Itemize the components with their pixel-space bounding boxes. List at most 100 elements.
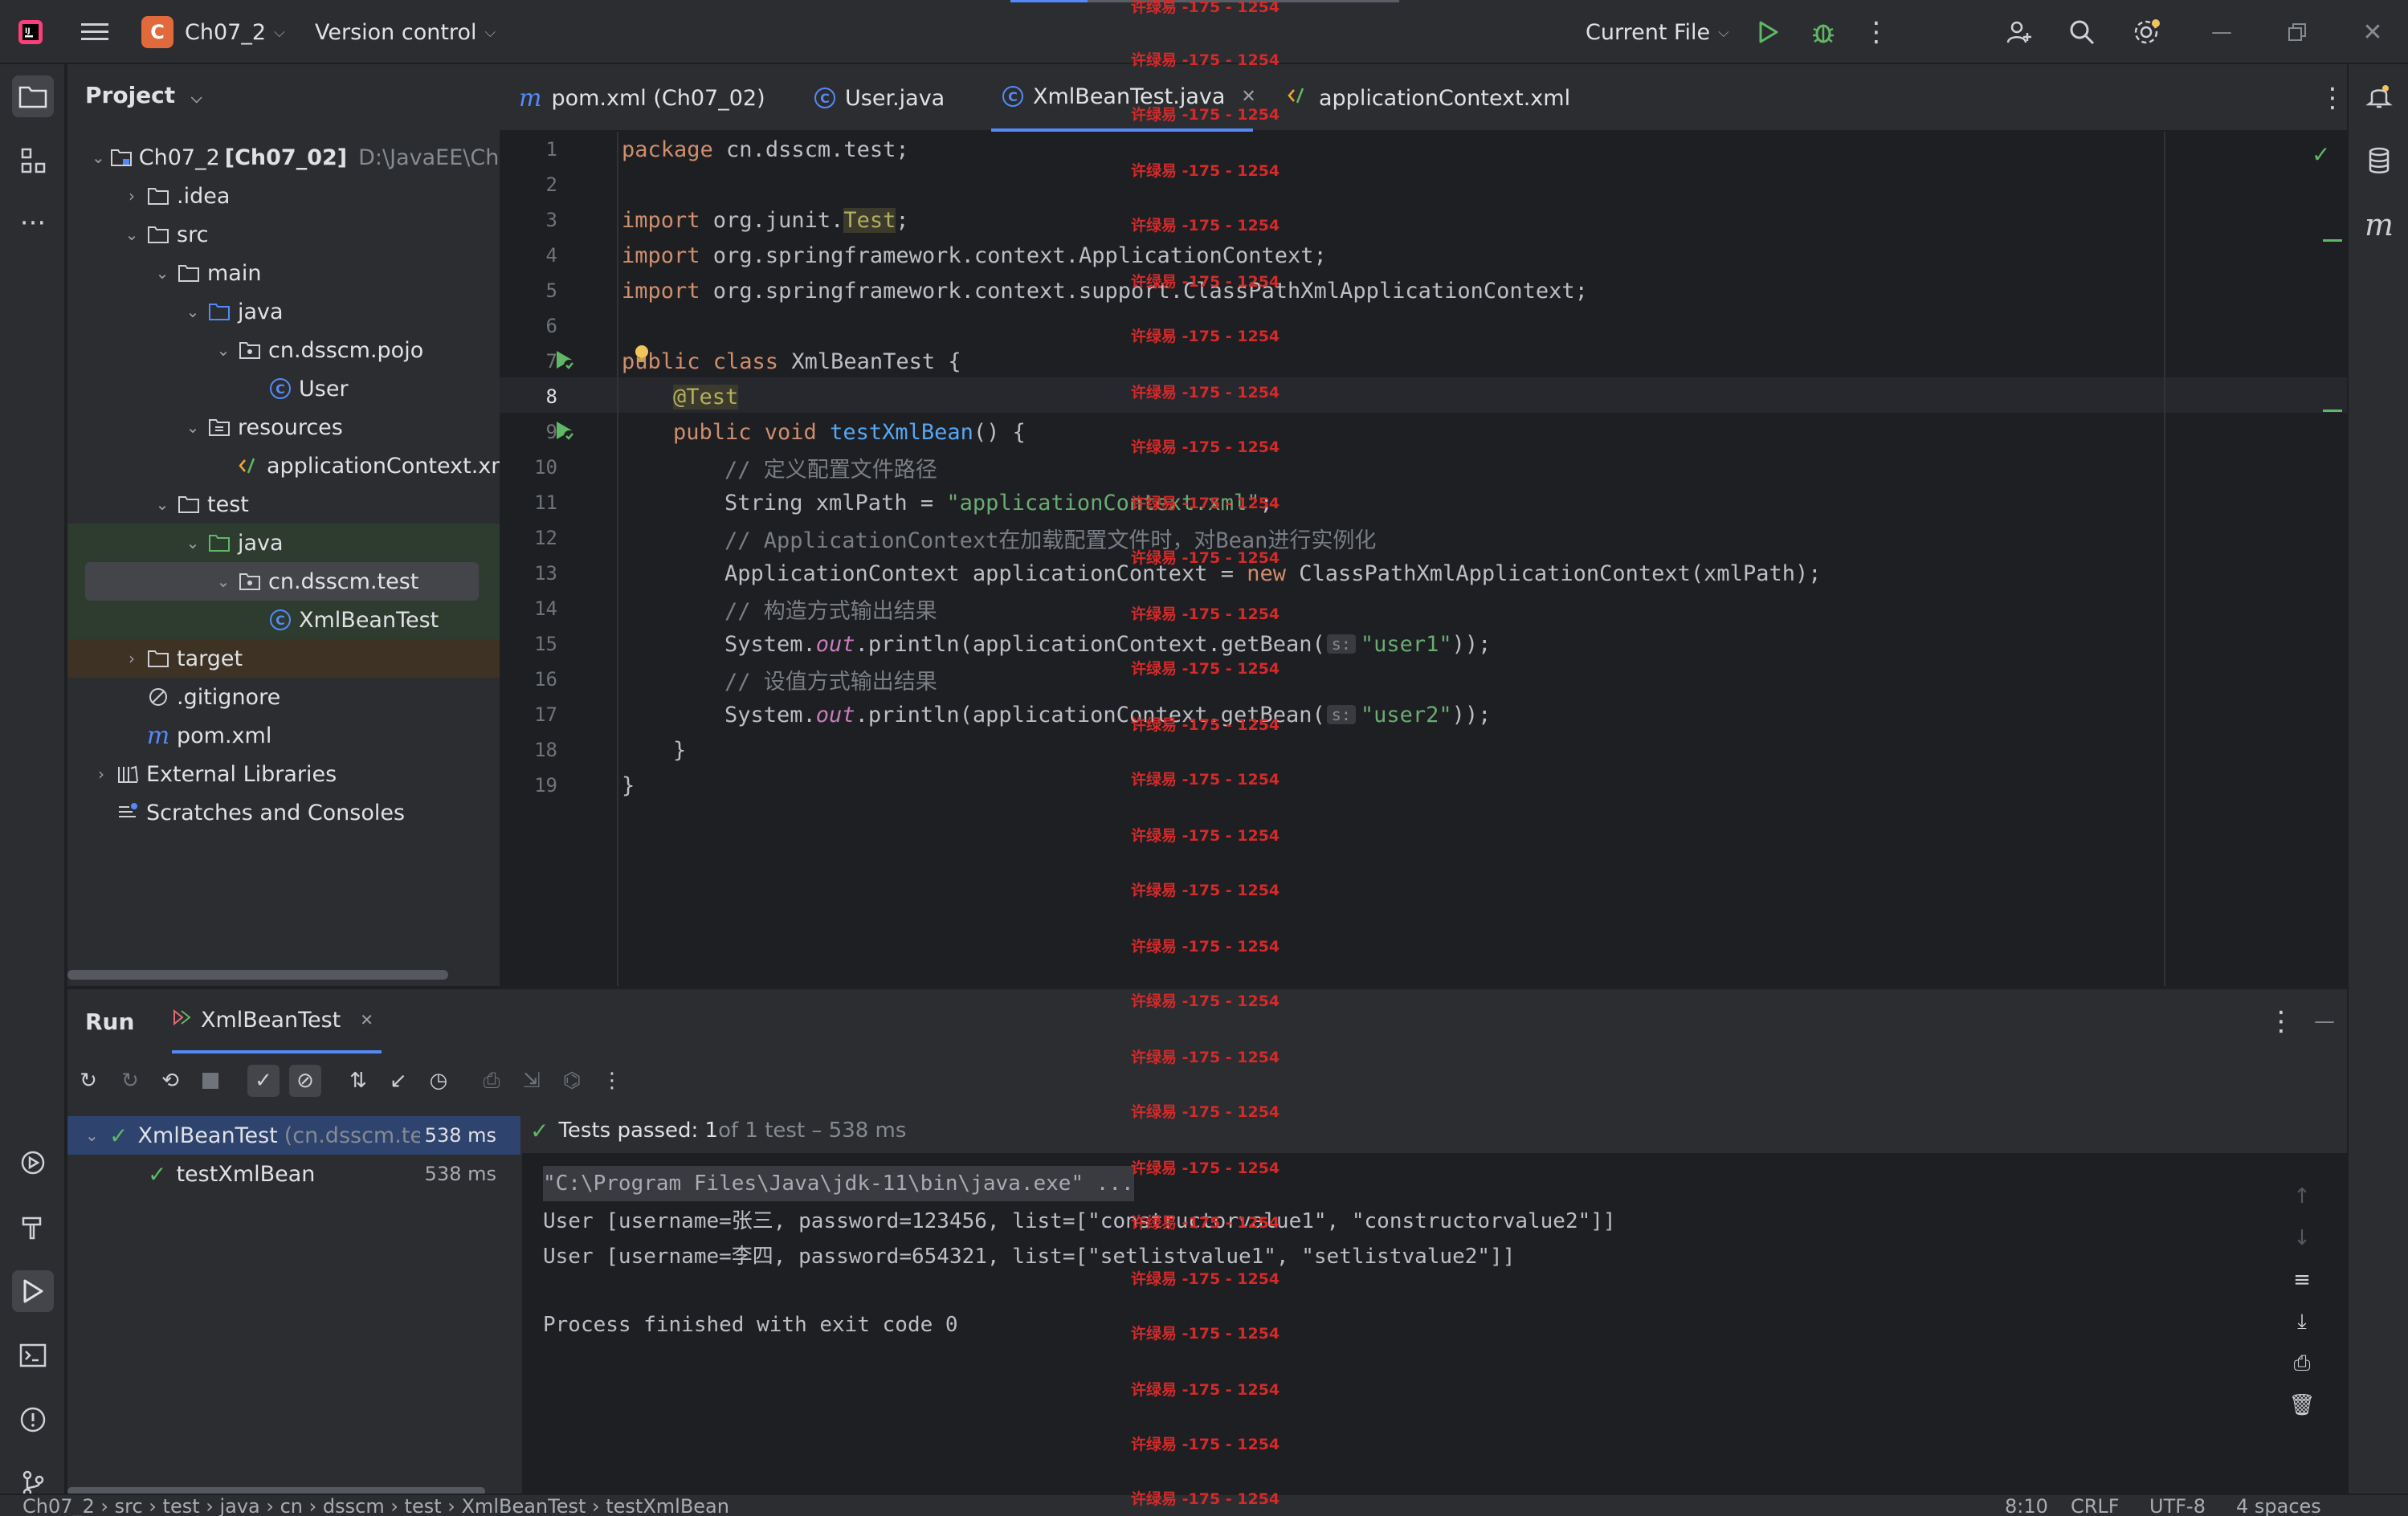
search-icon[interactable] — [2066, 16, 2098, 48]
tree-item-test-java[interactable]: ⌄ java — [67, 524, 500, 562]
chevron-down-icon: ⌄ — [124, 225, 139, 244]
terminal-tool-icon[interactable] — [12, 1335, 54, 1376]
run-test-class-icon[interactable] — [553, 348, 577, 373]
more-actions-icon[interactable]: ⋮ — [1860, 16, 1892, 48]
run-panel-options-icon[interactable]: ⋮ — [2265, 1005, 2297, 1037]
code-line-5: import org.springframework.context.suppo… — [622, 273, 1588, 308]
stop-icon[interactable] — [194, 1065, 227, 1097]
project-panel-scrollbar[interactable] — [67, 970, 448, 980]
services-tool-icon[interactable] — [12, 1142, 54, 1184]
tree-label: src — [177, 222, 209, 247]
tree-item-target[interactable]: › target — [67, 639, 500, 678]
rerun-icon[interactable]: ↻ — [72, 1065, 104, 1097]
database-tool-icon[interactable] — [2358, 140, 2400, 181]
tree-item-gitignore[interactable]: .gitignore — [67, 678, 500, 716]
tab-user-java[interactable]: C User.java — [814, 64, 945, 132]
close-window-icon[interactable]: ✕ — [2357, 16, 2389, 48]
build-hammer-icon[interactable] — [12, 1206, 54, 1248]
run-tab-xmlbeantest[interactable]: XmlBeanTest ✕ — [172, 989, 382, 1053]
test-history-icon[interactable]: ◷ — [422, 1065, 455, 1097]
tree-label: java — [238, 299, 284, 324]
minimize-icon[interactable]: — — [2206, 16, 2238, 48]
line-separator[interactable]: CRLF — [2071, 1495, 2120, 1516]
tree-label: pom.xml — [177, 723, 272, 748]
sort-icon[interactable]: ⇅ — [342, 1065, 374, 1097]
more-tools-icon[interactable]: ··· — [12, 202, 54, 244]
xml-icon — [238, 454, 260, 478]
coverage-icon[interactable]: ⌬ — [556, 1065, 588, 1097]
scroll-to-end-icon[interactable]: ⤓ — [2286, 1306, 2318, 1338]
tab-options-icon[interactable]: ⋮ — [2316, 82, 2349, 114]
print-icon[interactable]: ⎙ — [2286, 1347, 2318, 1379]
tree-item-user-class[interactable]: C User — [67, 369, 500, 408]
tree-item-pojo-package[interactable]: ⌄ cn.dsscm.pojo — [67, 331, 500, 369]
run-icon[interactable] — [1753, 16, 1785, 48]
import-tests-icon[interactable]: ⇲ — [516, 1065, 548, 1097]
tab-appcontext-xml[interactable]: applicationContext.xml — [1287, 64, 1570, 132]
problems-tool-icon[interactable] — [12, 1399, 54, 1441]
console-output[interactable]: ✓ Tests passed: 1 of 1 test – 538 ms "C:… — [522, 1108, 2347, 1495]
main-menu-icon[interactable] — [79, 16, 111, 48]
restore-icon[interactable] — [2281, 16, 2313, 48]
run-tool-icon[interactable] — [12, 1270, 54, 1312]
project-tool-icon[interactable] — [12, 75, 54, 117]
tree-item-appcontext-xml[interactable]: applicationContext.xml — [67, 446, 500, 485]
run-test-method-icon[interactable] — [553, 419, 577, 443]
export-icon[interactable]: ⎙ — [475, 1065, 508, 1097]
settings-gear-icon[interactable] — [2130, 16, 2162, 48]
scroll-down-icon[interactable]: ↓ — [2286, 1222, 2318, 1254]
tree-item-main[interactable]: ⌄ main — [67, 254, 500, 292]
indent-setting[interactable]: 4 spaces — [2236, 1495, 2321, 1516]
breadcrumb[interactable]: Ch07_2 › src › test › java › cn › dsscm … — [22, 1495, 729, 1516]
close-tab-icon[interactable]: ✕ — [1241, 87, 1255, 107]
project-switcher[interactable]: C Ch07_2 ⌵ — [141, 0, 285, 64]
tab-xmlbeantest-java[interactable]: C XmlBeanTest.java ✕ — [991, 64, 1256, 132]
code-editor[interactable]: 1 2 3 4 5 6 7 8 9 10 11 12 13 14 15 16 1… — [500, 132, 2347, 986]
add-user-icon[interactable] — [2003, 16, 2035, 48]
soft-wrap-icon[interactable]: ≡ — [2286, 1264, 2318, 1296]
source-folder-icon — [207, 300, 231, 324]
code-token: Test — [843, 207, 896, 233]
tree-item-test[interactable]: ⌄ test — [67, 485, 500, 524]
title-bar: IJ C Ch07_2 ⌵ Version control ⌵ Current … — [0, 0, 2408, 64]
notifications-bell-icon[interactable] — [2358, 75, 2400, 117]
tree-label: main — [207, 260, 262, 286]
debug-icon[interactable] — [1807, 16, 1839, 48]
show-passed-icon[interactable]: ✓ — [247, 1065, 280, 1097]
scroll-up-icon[interactable]: ↑ — [2286, 1180, 2318, 1212]
hide-panel-icon[interactable]: — — [2308, 1005, 2341, 1037]
tree-item-root[interactable]: ⌄ Ch07_2 [Ch07_02] D:\JavaEE\Ch07 — [67, 138, 500, 177]
run-config-selector[interactable]: Current File ⌵ — [1586, 0, 1729, 64]
maven-tool-icon[interactable]: m — [2358, 204, 2400, 246]
tree-item-pom[interactable]: m pom.xml — [67, 716, 500, 755]
line-number: 19 — [534, 774, 557, 797]
more-run-actions-icon[interactable]: ⋮ — [596, 1065, 628, 1097]
tree-item-src[interactable]: ⌄ src — [67, 215, 500, 254]
file-encoding[interactable]: UTF-8 — [2149, 1495, 2206, 1516]
clear-console-icon[interactable]: 🗑 — [2286, 1389, 2318, 1421]
test-method-row[interactable]: ✓ testXmlBean 538 ms — [67, 1155, 520, 1193]
close-tab-icon[interactable]: ✕ — [360, 1010, 373, 1029]
project-panel-header[interactable]: Project ⌵ — [85, 82, 202, 108]
tree-item-scratches[interactable]: Scratches and Consoles — [67, 793, 500, 832]
version-control-menu[interactable]: Version control ⌵ — [315, 0, 496, 64]
show-ignored-icon[interactable]: ⊘ — [289, 1065, 321, 1097]
tree-item-external-libraries[interactable]: › External Libraries — [67, 755, 500, 793]
code-token: import — [622, 278, 700, 304]
tree-item-resources[interactable]: ⌄ resources — [67, 408, 500, 446]
toggle-auto-test-icon[interactable]: ⟲ — [154, 1065, 186, 1097]
tree-item-xmlbeantest-class[interactable]: C XmlBeanTest — [67, 601, 500, 639]
inspection-ok-check-icon[interactable]: ✓ — [2312, 141, 2330, 168]
caret-position[interactable]: 8:10 — [2005, 1495, 2048, 1516]
tree-item-test-package[interactable]: ⌄ cn.dsscm.test — [67, 562, 500, 601]
rerun-failed-icon[interactable]: ↻ — [114, 1065, 146, 1097]
test-method-name: testXmlBean — [176, 1161, 316, 1187]
right-tool-strip: m — [2347, 64, 2408, 1494]
test-class-row[interactable]: ⌄ ✓ XmlBeanTest (cn.dsscm.tes 538 ms — [67, 1116, 520, 1155]
collapse-all-icon[interactable]: ↙ — [382, 1065, 414, 1097]
code-line-4: import org.springframework.context.Appli… — [622, 238, 1327, 273]
structure-tool-icon[interactable] — [12, 140, 54, 181]
tab-pom-xml[interactable]: m pom.xml (Ch07_02) — [519, 64, 765, 132]
tree-item-main-java[interactable]: ⌄ java — [67, 292, 500, 331]
tree-item-idea[interactable]: › .idea — [67, 177, 500, 215]
